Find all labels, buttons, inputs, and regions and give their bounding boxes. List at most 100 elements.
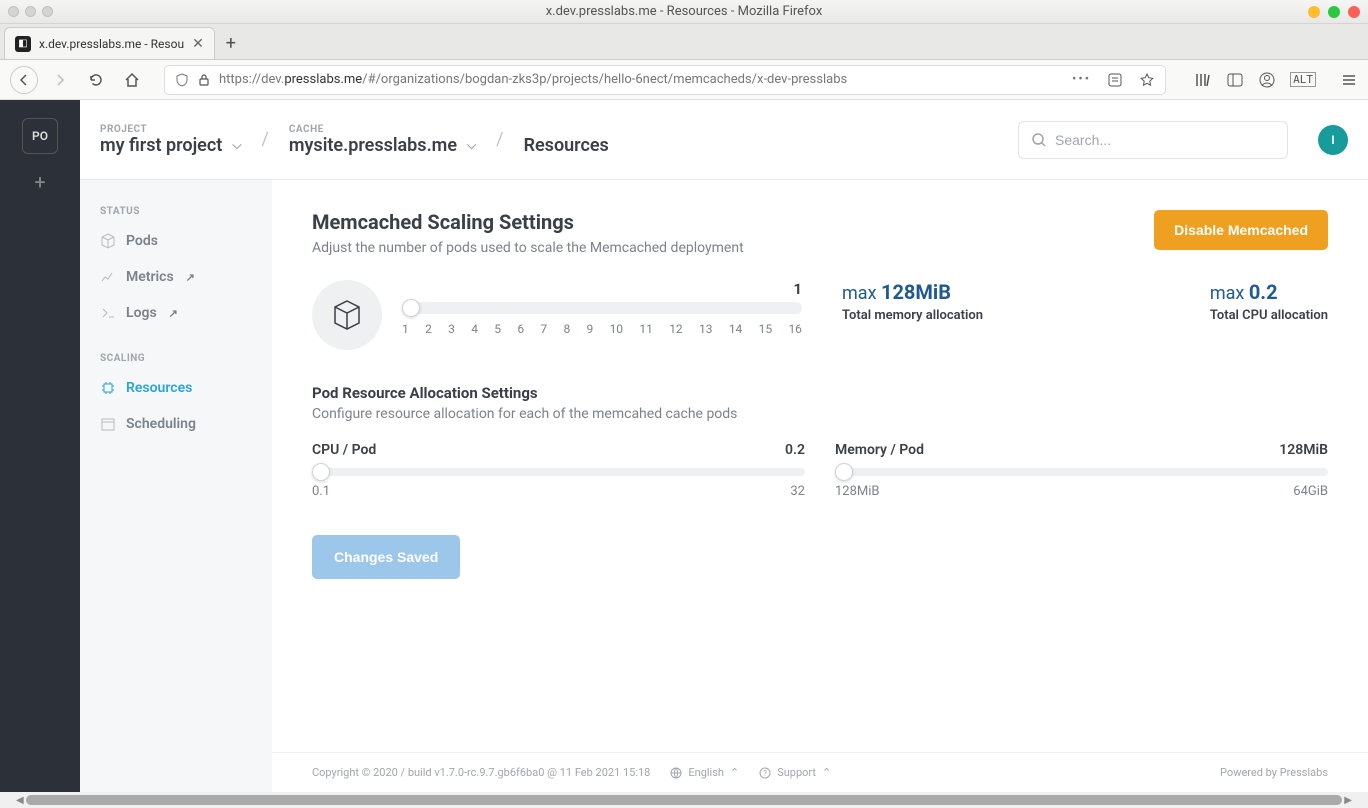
slider-tick: 12 <box>669 322 683 336</box>
url-more-icon[interactable]: ••• <box>1072 72 1091 87</box>
footer-support[interactable]: ? Support ⌃ <box>759 766 831 779</box>
breadcrumb-page: Resources <box>524 135 609 156</box>
search-input-wrapper[interactable] <box>1018 121 1288 159</box>
chart-icon <box>100 269 116 285</box>
external-link-icon: ↗ <box>169 307 178 320</box>
slider-thumb[interactable] <box>312 463 330 481</box>
cpu-per-pod-slider-block: CPU / Pod 0.2 0.1 32 <box>312 442 805 499</box>
breadcrumb-separator: / <box>496 129 503 150</box>
slider-tick: 9 <box>587 322 594 336</box>
slider-tick: 14 <box>729 322 743 336</box>
sidebar-item-label: Logs <box>126 305 157 321</box>
nav-reload-button[interactable] <box>82 66 110 94</box>
main-content: Memcached Scaling Settings Adjust the nu… <box>272 180 1368 792</box>
sidebar-item-label: Resources <box>126 380 192 396</box>
window-minimize-icon[interactable] <box>1308 6 1320 18</box>
memory-per-pod-slider-block: Memory / Pod 128MiB 128MiB 64GiB <box>835 442 1328 499</box>
chevron-down-icon: ⌵ <box>467 138 476 153</box>
total-memory-allocation: max 128MiB Total memory allocation <box>842 280 983 323</box>
scroll-right-icon[interactable]: ▶ <box>1344 795 1352 806</box>
sidebar-toggle-icon[interactable] <box>1226 71 1244 89</box>
tab-favicon-icon: ◧ <box>15 36 31 52</box>
scrollbar-track[interactable] <box>26 795 1343 805</box>
bookmark-star-icon[interactable] <box>1139 72 1155 88</box>
slider-min: 0.1 <box>312 484 330 499</box>
slider-tick: 6 <box>517 322 524 336</box>
slider-tick: 5 <box>494 322 501 336</box>
slider-tick: 7 <box>540 322 547 336</box>
cube-icon <box>100 233 116 249</box>
sidebar-item-label: Metrics <box>126 269 174 285</box>
memory-per-pod-slider[interactable] <box>835 468 1328 476</box>
page-subtitle: Adjust the number of pods used to scale … <box>312 240 744 256</box>
horizontal-scrollbar[interactable]: ◀ ▶ <box>0 792 1368 808</box>
slider-value: 0.2 <box>785 442 805 458</box>
chevron-up-icon: ⌃ <box>730 766 739 779</box>
nav-back-button[interactable] <box>10 66 38 94</box>
slider-tick: 1 <box>402 322 409 336</box>
library-icon[interactable] <box>1194 71 1212 89</box>
sidebar-item-logs[interactable]: Logs ↗ <box>80 295 272 331</box>
slider-tick: 2 <box>425 322 432 336</box>
page-footer: Copyright © 2020 / build v1.7.0-rc.9.7.g… <box>272 752 1368 792</box>
slider-tick: 8 <box>563 322 570 336</box>
breadcrumb-project[interactable]: my first project ⌵ <box>100 135 241 156</box>
slider-tick: 13 <box>699 322 713 336</box>
slider-thumb[interactable] <box>402 299 420 317</box>
page-header: PROJECT my first project ⌵ / CACHE mysit… <box>80 100 1368 180</box>
reader-icon[interactable] <box>1107 72 1123 88</box>
breadcrumb-cache-label: CACHE <box>289 124 476 135</box>
sidebar-item-label: Scheduling <box>126 416 196 432</box>
url-text: https://dev.presslabs.me/#/organizations… <box>219 72 847 87</box>
sidebar-item-metrics[interactable]: Metrics ↗ <box>80 259 272 295</box>
slider-thumb[interactable] <box>835 463 853 481</box>
external-link-icon: ↗ <box>186 271 195 284</box>
sidebar-item-scheduling[interactable]: Scheduling <box>80 406 272 442</box>
sidebar-item-resources[interactable]: Resources <box>80 370 272 406</box>
window-maximize-icon[interactable] <box>1328 6 1340 18</box>
breadcrumb-spacer <box>524 124 609 135</box>
browser-tab-bar: ◧ x.dev.presslabs.me - Resou ✕ + <box>0 24 1368 60</box>
browser-tab[interactable]: ◧ x.dev.presslabs.me - Resou ✕ <box>4 27 215 59</box>
org-badge[interactable]: PO <box>22 118 58 154</box>
chevron-down-icon: ⌵ <box>232 138 241 153</box>
hamburger-menu-icon[interactable] <box>1340 71 1358 89</box>
slider-label: CPU / Pod <box>312 442 376 458</box>
breadcrumb-cache-text: mysite.presslabs.me <box>289 135 457 156</box>
pod-count-slider[interactable] <box>402 302 802 314</box>
nav-home-button[interactable] <box>118 66 146 94</box>
account-icon[interactable] <box>1258 71 1276 89</box>
nav-forward-button <box>46 66 74 94</box>
footer-language[interactable]: English ⌃ <box>670 766 739 779</box>
footer-powered-by[interactable]: Powered by Presslabs <box>1220 766 1328 779</box>
sidebar-item-pods[interactable]: Pods <box>80 223 272 259</box>
add-org-button[interactable]: + <box>34 170 45 194</box>
search-icon <box>1031 132 1047 148</box>
tab-close-icon[interactable]: ✕ <box>192 36 204 52</box>
new-tab-button[interactable]: + <box>215 27 247 59</box>
alt-indicator-icon[interactable]: ALT <box>1290 72 1316 87</box>
help-icon: ? <box>759 767 771 779</box>
pod-count-value: 1 <box>402 280 802 298</box>
breadcrumb-cache[interactable]: mysite.presslabs.me ⌵ <box>289 135 476 156</box>
search-input[interactable] <box>1055 132 1275 148</box>
total-cpu-allocation: max 0.2 Total CPU allocation <box>1210 280 1328 323</box>
window-titlebar: x.dev.presslabs.me - Resources - Mozilla… <box>0 0 1368 24</box>
lock-icon <box>197 73 211 87</box>
scroll-left-icon[interactable]: ◀ <box>16 795 24 806</box>
sidebar-item-label: Pods <box>126 233 158 249</box>
slider-tick: 3 <box>448 322 455 336</box>
disable-memcached-button[interactable]: Disable Memcached <box>1154 210 1328 250</box>
window-dot <box>8 6 19 17</box>
alloc-label: Total memory allocation <box>842 308 983 323</box>
url-input[interactable]: https://dev.presslabs.me/#/organizations… <box>164 65 1166 95</box>
slider-tick: 16 <box>788 322 802 336</box>
window-title: x.dev.presslabs.me - Resources - Mozilla… <box>546 4 823 19</box>
window-close-icon[interactable] <box>1348 6 1360 18</box>
breadcrumb-project-text: my first project <box>100 135 222 156</box>
cpu-per-pod-slider[interactable] <box>312 468 805 476</box>
subsection-title: Pod Resource Allocation Settings <box>312 384 1328 402</box>
user-avatar[interactable]: I <box>1318 125 1348 155</box>
chip-icon <box>100 380 116 396</box>
footer-support-label: Support <box>777 766 816 779</box>
